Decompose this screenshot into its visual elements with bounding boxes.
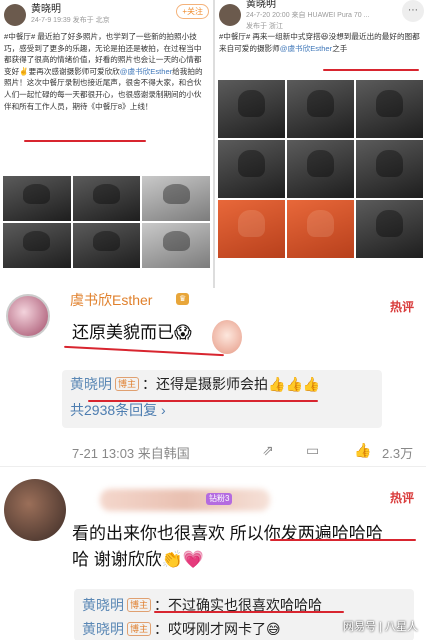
- more-icon[interactable]: ⋯: [402, 0, 424, 22]
- post-location: 发布于 浙江: [246, 22, 283, 30]
- photo[interactable]: [218, 140, 285, 198]
- fan-level-badge: 钻粉3: [206, 493, 233, 505]
- photo[interactable]: [356, 80, 423, 138]
- comment-time: 7-21 13:03 来自韩国: [72, 446, 190, 461]
- post-header: 黄晓明 24-7-20 20:00 来自 HUAWEI Pura 70 ... …: [215, 0, 426, 30]
- photo[interactable]: [3, 176, 71, 221]
- red-underline: [323, 69, 419, 71]
- photo[interactable]: [3, 223, 71, 268]
- reply-text: ：还得是摄影师会拍👍👍👍: [142, 376, 321, 392]
- reply-author[interactable]: 黄晓明: [82, 621, 124, 637]
- reply-text: ：哎呀刚才网卡了😅: [154, 621, 281, 637]
- comment-text-line2: 哈 谢谢欣欣👏💗: [72, 545, 205, 570]
- screenshot-collage: 黄晓明 24-7-9 19:39 发布于 北京 +关注 #中餐厅# 最近拍了好多…: [0, 0, 426, 640]
- watermark: 网易号 | 八星人: [343, 621, 418, 633]
- photo[interactable]: [287, 80, 354, 138]
- commenter-name[interactable]: 虞书欣Esther: [70, 290, 152, 310]
- reply-line: 黄晓明 博主 ：还得是摄影师会拍👍👍👍: [70, 374, 320, 394]
- red-underline: [64, 345, 224, 357]
- photo-grid: [215, 80, 426, 258]
- comment-text: 还原美貌而已😱: [72, 318, 192, 343]
- reply-line: 黄晓明 博主 ：哎呀刚才网卡了😅: [82, 619, 281, 639]
- author-tag: 博主: [115, 377, 140, 391]
- post-time: 24-7-9 19:39 发布于 北京: [31, 17, 110, 24]
- photo[interactable]: [287, 200, 354, 258]
- post-time: 24-7-20 20:00 来自 HUAWEI Pura 70 ...: [246, 11, 370, 19]
- photo[interactable]: [356, 200, 423, 258]
- reply-author[interactable]: 黄晓明: [70, 376, 112, 392]
- sticker-image: [212, 320, 242, 354]
- comment-icon[interactable]: ▭: [306, 442, 319, 459]
- photo-grid: [0, 176, 213, 268]
- photo[interactable]: [356, 140, 423, 198]
- photo[interactable]: [72, 176, 141, 221]
- photo[interactable]: [72, 223, 141, 268]
- red-underline: [154, 611, 344, 613]
- fan-badge-icon: ♛: [176, 293, 190, 305]
- more-replies-link[interactable]: 共2938条回复 ›: [70, 400, 166, 420]
- avatar[interactable]: [6, 294, 50, 338]
- photo[interactable]: [218, 80, 285, 138]
- follow-button[interactable]: +关注: [176, 4, 209, 19]
- hot-comment-badge: 热评: [389, 491, 414, 505]
- comment-fan: 钻粉3 热评 看的出来你也很喜欢 所以你发两遍哈哈哈 哈 谢谢欣欣👏💗 黄晓明博…: [0, 466, 426, 640]
- author-tag: 博主: [127, 598, 152, 612]
- author-name[interactable]: 黄晓明: [31, 4, 110, 15]
- blurred-username: [100, 489, 270, 511]
- like-icon[interactable]: 👍: [354, 442, 371, 459]
- photo[interactable]: [218, 200, 285, 258]
- post-text: #中餐厅# 再来一组新中式穿搭😆没想到最近出的最好的图都来自可爱的摄影师@虞书欣…: [219, 32, 420, 53]
- author-tag: 博主: [127, 622, 152, 636]
- post-text: #中餐厅# 最近拍了好多照片，也学到了一些新的拍照小技巧，感受到了更多的乐趣，无…: [4, 32, 203, 111]
- avatar[interactable]: [219, 4, 241, 26]
- photo[interactable]: [142, 223, 210, 268]
- red-underline: [270, 539, 416, 541]
- red-underline: [88, 400, 318, 402]
- mention-link[interactable]: @虞书欣Esther: [120, 67, 172, 76]
- post-left: 黄晓明 24-7-9 19:39 发布于 北京 +关注 #中餐厅# 最近拍了好多…: [0, 0, 213, 288]
- avatar[interactable]: [4, 479, 66, 541]
- reply-box[interactable]: 黄晓明 博主 ：还得是摄影师会拍👍👍👍 共2938条回复 ›: [62, 370, 382, 428]
- post-header: 黄晓明 24-7-9 19:39 发布于 北京 +关注: [0, 0, 213, 30]
- like-count: 2.3万: [382, 446, 414, 461]
- post-right: 黄晓明 24-7-20 20:00 来自 HUAWEI Pura 70 ... …: [215, 0, 426, 288]
- author-name[interactable]: 黄晓明: [246, 0, 369, 10]
- share-icon[interactable]: ⇗: [262, 442, 274, 459]
- weibo-posts: 黄晓明 24-7-9 19:39 发布于 北京 +关注 #中餐厅# 最近拍了好多…: [0, 0, 426, 288]
- photo[interactable]: [142, 176, 210, 221]
- red-underline: [24, 140, 146, 142]
- photo[interactable]: [287, 140, 354, 198]
- hot-comment-badge: 热评: [389, 300, 414, 314]
- mention-link[interactable]: @虞书欣Esther: [280, 44, 332, 53]
- comment-esther: 虞书欣Esther ♛ 热评 还原美貌而已😱 黄晓明 博主 ：还得是摄影师会拍👍👍👍…: [0, 288, 426, 464]
- avatar[interactable]: [4, 4, 26, 26]
- reply-author[interactable]: 黄晓明: [82, 597, 124, 613]
